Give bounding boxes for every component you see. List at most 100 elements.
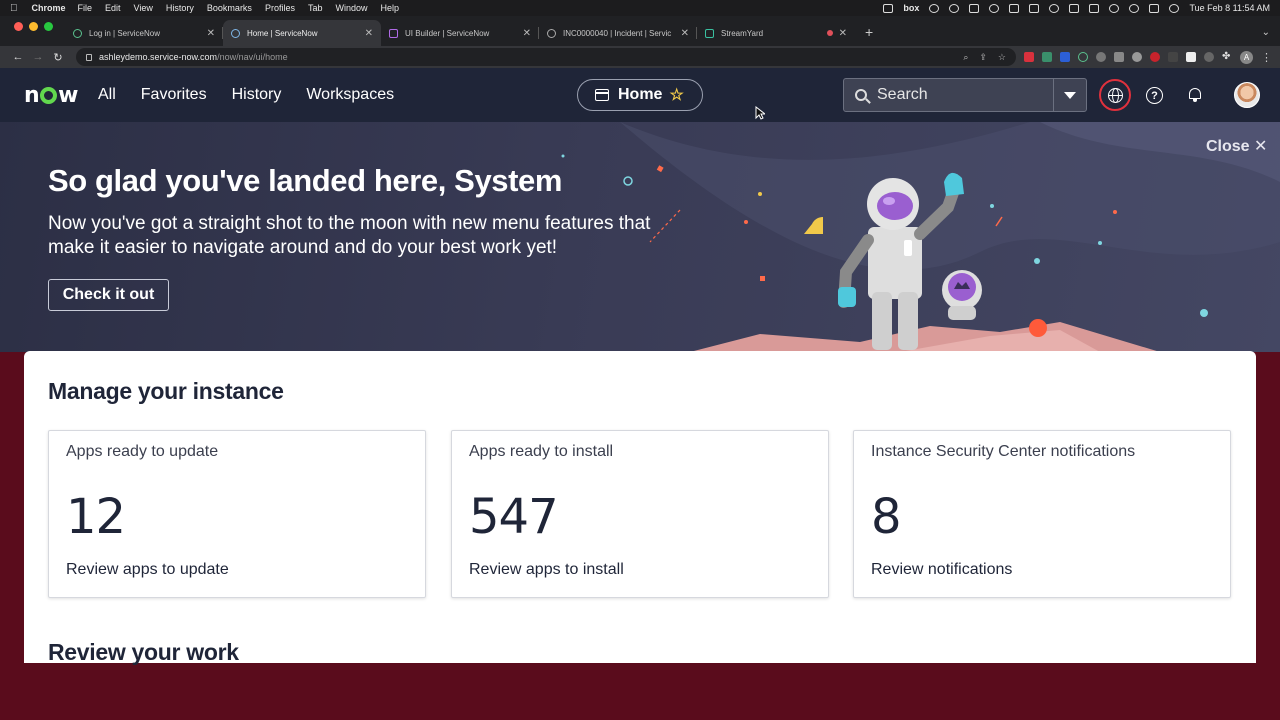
notification-bell-icon[interactable] xyxy=(1188,87,1202,102)
dropbox-icon[interactable] xyxy=(1029,3,1040,13)
apps-install-card[interactable]: Apps ready to install 547 Review apps to… xyxy=(451,430,829,598)
tab-ui-builder[interactable]: UI Builder | ServiceNow ✕ xyxy=(381,20,539,46)
extension-icon[interactable] xyxy=(1096,52,1106,62)
tab-streamyard[interactable]: StreamYard ✕ xyxy=(697,20,855,46)
search-placeholder[interactable]: Search xyxy=(877,86,1053,104)
tab-label: UI Builder | ServiceNow xyxy=(405,28,490,38)
extension-icon[interactable] xyxy=(1150,52,1160,62)
moon-icon[interactable] xyxy=(1049,3,1060,13)
tab-incident[interactable]: INC0000040 | Incident | Servic ✕ xyxy=(539,20,697,46)
bluetooth-icon[interactable] xyxy=(1069,3,1080,13)
extension-icon[interactable] xyxy=(1132,52,1142,62)
apps-update-card[interactable]: Apps ready to update 12 Review apps to u… xyxy=(48,430,426,598)
screen-record-icon[interactable] xyxy=(883,3,894,13)
extension-icon[interactable] xyxy=(1186,52,1196,62)
icloud-icon[interactable] xyxy=(989,3,1000,13)
reload-icon[interactable]: ↻ xyxy=(48,51,68,64)
search-icon xyxy=(855,89,867,101)
extension-icon[interactable] xyxy=(1204,52,1214,62)
cloud-sync-icon[interactable] xyxy=(929,3,940,13)
back-icon[interactable]: ← xyxy=(8,51,28,63)
wifi-icon[interactable] xyxy=(1109,3,1120,13)
favorite-star-icon[interactable]: ☆ xyxy=(669,85,683,105)
close-window-icon[interactable] xyxy=(14,21,23,31)
section-heading-manage: Manage your instance xyxy=(48,378,284,404)
menu-window[interactable]: Window xyxy=(335,3,367,13)
url-host: ashleydemo.service-now.com xyxy=(99,52,218,62)
nav-history[interactable]: History xyxy=(232,86,282,104)
card-link[interactable]: Review apps to install xyxy=(469,561,624,579)
search-scope-dropdown-icon[interactable] xyxy=(1053,79,1086,111)
app-status-icon[interactable] xyxy=(969,3,980,13)
tab-search-chevron-icon[interactable]: ⌄ xyxy=(1252,27,1280,46)
nav-favorites[interactable]: Favorites xyxy=(141,86,207,104)
menu-view[interactable]: View xyxy=(134,3,153,13)
extension-icon[interactable] xyxy=(1060,52,1070,62)
battery-status-icon[interactable] xyxy=(1009,3,1020,13)
extension-icon[interactable] xyxy=(1078,52,1088,62)
extension-icon[interactable] xyxy=(1024,52,1034,62)
tab-label: INC0000040 | Incident | Servic xyxy=(563,28,672,38)
browser-toolbar: ← → ↻ ashleydemo.service-now.com/now/nav… xyxy=(0,46,1280,68)
menu-history[interactable]: History xyxy=(166,3,194,13)
share-icon[interactable]: ⇪ xyxy=(979,52,987,63)
close-tab-icon[interactable]: ✕ xyxy=(365,28,373,39)
nav-workspaces[interactable]: Workspaces xyxy=(306,86,394,104)
global-search[interactable]: Search xyxy=(843,78,1087,112)
zoom-window-icon[interactable] xyxy=(44,21,53,31)
home-content: Manage your instance Apps ready to updat… xyxy=(24,351,1256,665)
bookmark-star-icon[interactable]: ☆ xyxy=(998,52,1006,63)
lock-icon[interactable] xyxy=(86,53,92,61)
logo-letter-n: n xyxy=(24,82,40,108)
menu-edit[interactable]: Edit xyxy=(105,3,121,13)
now-logo[interactable]: nw xyxy=(24,83,78,108)
extension-icon[interactable] xyxy=(1042,52,1052,62)
extension-icon[interactable] xyxy=(1168,52,1178,62)
puzzle-icon[interactable]: ✤ xyxy=(1222,52,1232,62)
vpn-icon[interactable] xyxy=(949,3,960,13)
scope-picker-button[interactable] xyxy=(1099,79,1131,111)
logo-letter-w: w xyxy=(58,82,78,108)
menu-bookmarks[interactable]: Bookmarks xyxy=(207,3,252,13)
apple-icon[interactable]:  xyxy=(10,3,18,14)
spotlight-icon[interactable] xyxy=(1129,3,1140,13)
help-icon[interactable]: ? xyxy=(1146,87,1163,104)
menu-app-name[interactable]: Chrome xyxy=(32,3,66,13)
box-status-icon[interactable]: box xyxy=(903,3,919,13)
user-avatar[interactable] xyxy=(1234,82,1260,108)
minimize-window-icon[interactable] xyxy=(29,21,38,31)
tab-label: Home | ServiceNow xyxy=(247,28,318,38)
close-tab-icon[interactable]: ✕ xyxy=(523,28,531,39)
security-notifications-card[interactable]: Instance Security Center notifications 8… xyxy=(853,430,1231,598)
close-tab-icon[interactable]: ✕ xyxy=(207,28,215,39)
welcome-title: So glad you've landed here, System xyxy=(48,163,563,198)
tab-home[interactable]: Home | ServiceNow ✕ xyxy=(223,20,381,46)
close-banner-button[interactable]: Close ✕ xyxy=(1206,136,1267,156)
home-context-pill[interactable]: Home ☆ xyxy=(577,79,703,111)
siri-icon[interactable] xyxy=(1169,3,1180,13)
new-tab-icon[interactable]: + xyxy=(855,24,883,46)
menu-clock[interactable]: Tue Feb 8 11:54 AM xyxy=(1189,3,1270,13)
forward-icon[interactable]: → xyxy=(28,51,48,63)
nav-all[interactable]: All xyxy=(98,86,116,104)
card-link[interactable]: Review notifications xyxy=(871,561,1012,579)
card-title: Apps ready to install xyxy=(469,443,614,460)
battery-icon[interactable] xyxy=(1089,3,1100,13)
card-title: Instance Security Center notifications xyxy=(871,443,1136,460)
tab-log-in[interactable]: Log in | ServiceNow ✕ xyxy=(65,20,223,46)
menu-file[interactable]: File xyxy=(78,3,93,13)
close-tab-icon[interactable]: ✕ xyxy=(681,28,689,39)
browser-profile-avatar[interactable]: A xyxy=(1240,50,1253,64)
zoom-icon[interactable]: ⌕ xyxy=(963,52,968,63)
control-center-icon[interactable] xyxy=(1149,3,1160,13)
extension-icon[interactable] xyxy=(1114,52,1124,62)
card-link[interactable]: Review apps to update xyxy=(66,561,229,579)
close-tab-icon[interactable]: ✕ xyxy=(839,28,847,39)
check-it-out-button[interactable]: Check it out xyxy=(48,279,169,311)
more-vertical-icon[interactable]: ⋮ xyxy=(1261,51,1272,64)
menu-help[interactable]: Help xyxy=(380,3,399,13)
menu-profiles[interactable]: Profiles xyxy=(265,3,295,13)
menu-tab[interactable]: Tab xyxy=(308,3,323,13)
macos-menu-bar:  Chrome File Edit View History Bookmark… xyxy=(0,0,1280,16)
address-bar[interactable]: ashleydemo.service-now.com/now/nav/ui/ho… xyxy=(76,48,1016,66)
